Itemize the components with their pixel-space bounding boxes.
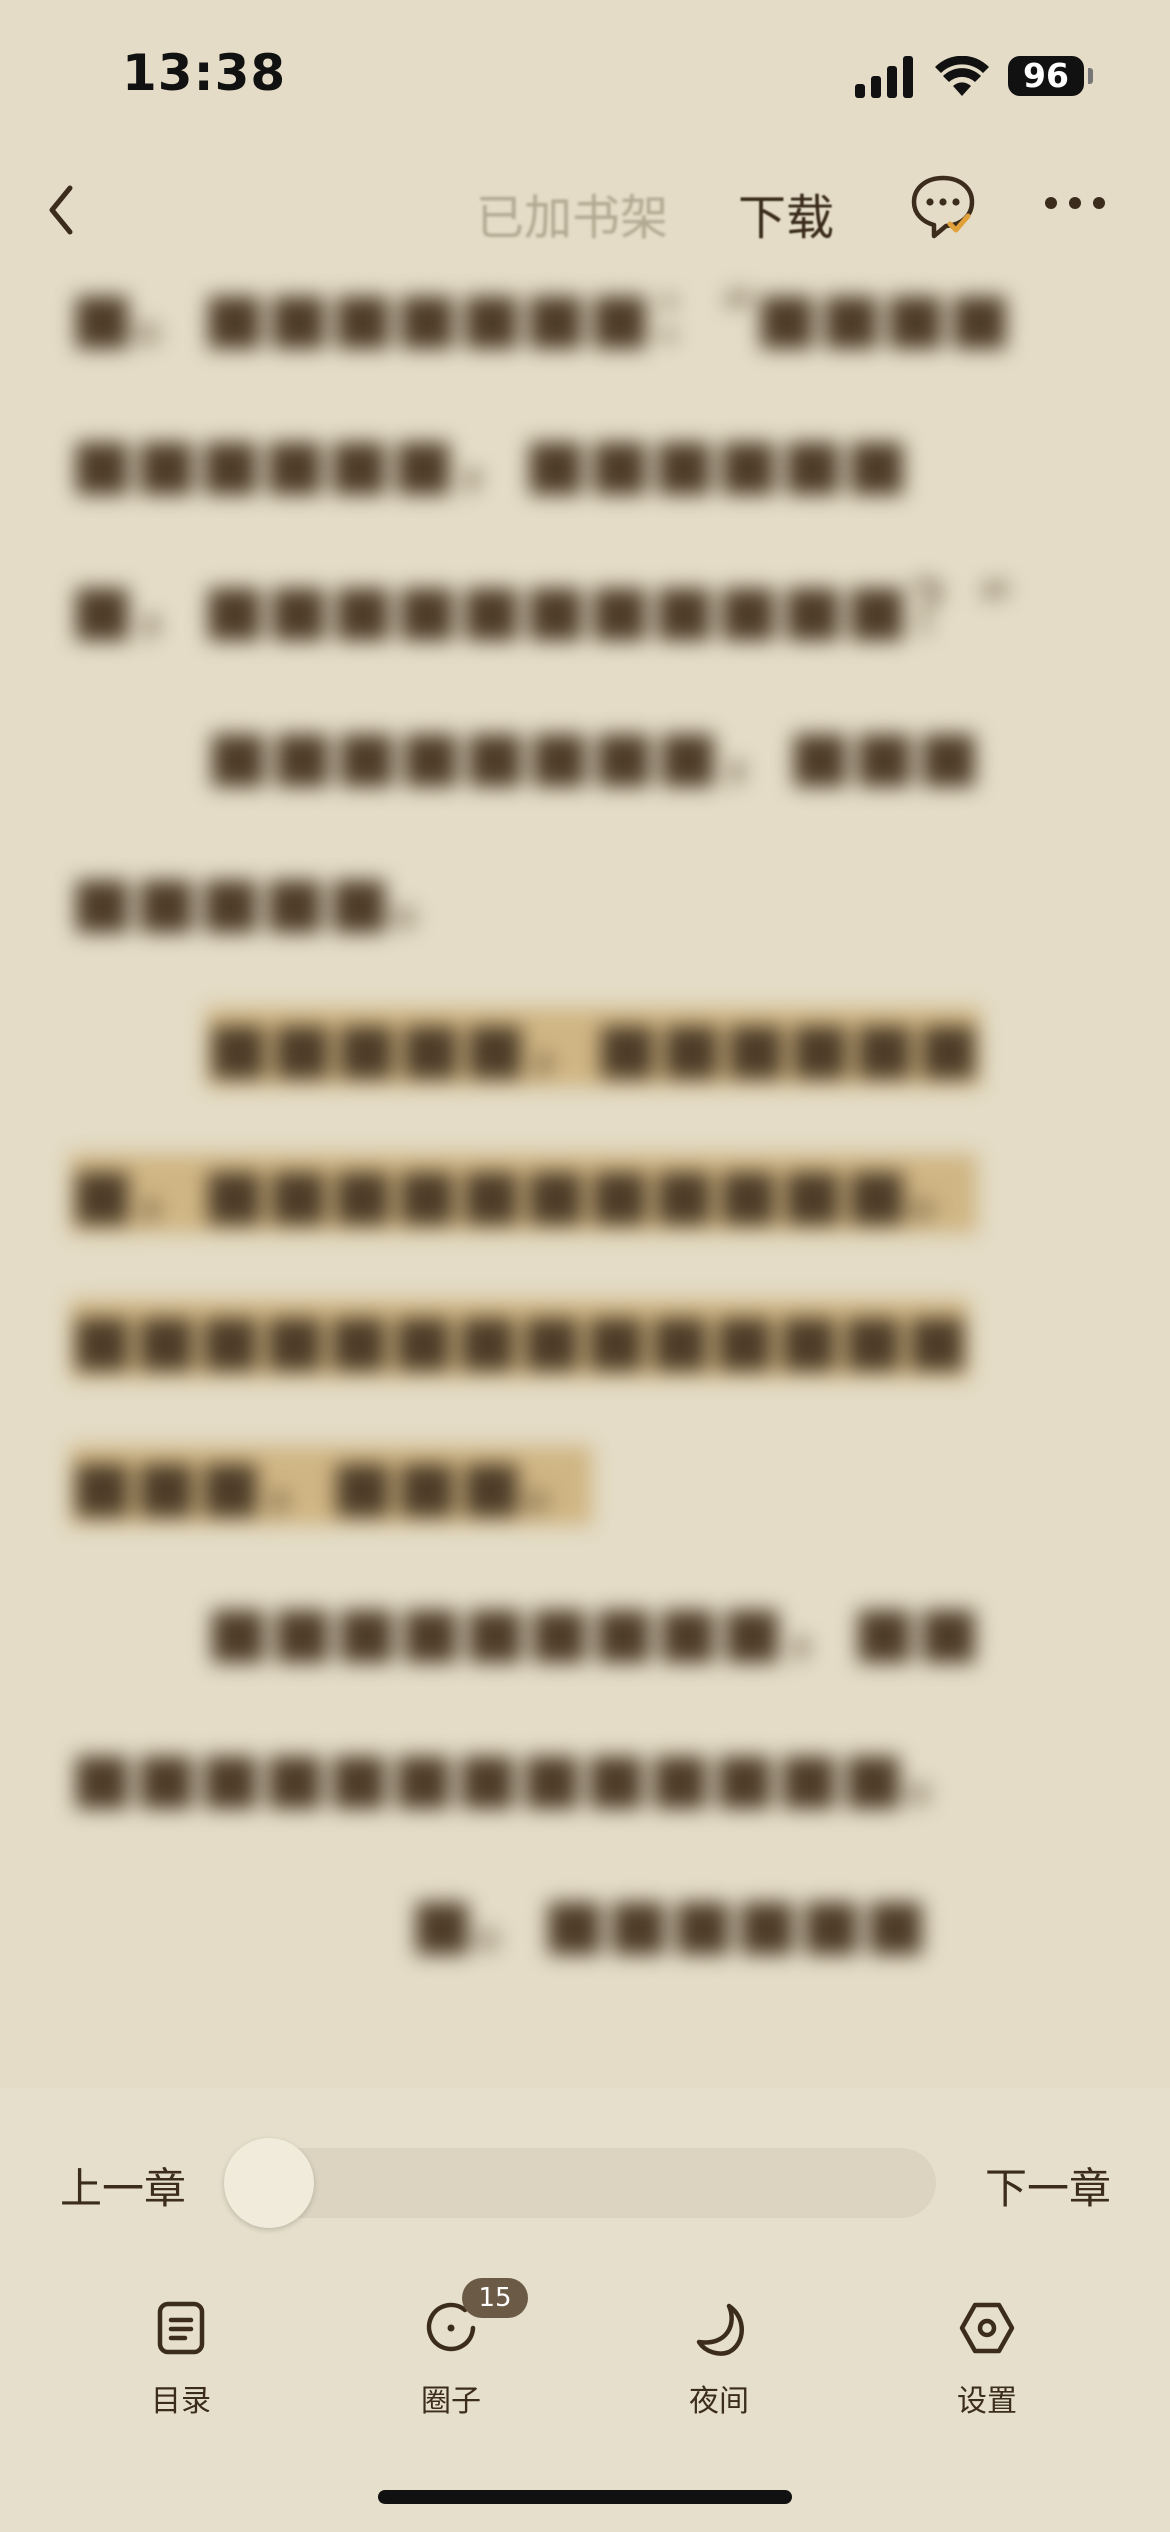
prev-chapter-button[interactable]: 上一章 (60, 2155, 186, 2216)
toc-icon (157, 2301, 205, 2355)
bottom-panel: 上一章 下一章 目录 15 圈子 夜间 设置 (0, 2088, 1170, 2532)
download-button[interactable]: 下载 (738, 178, 834, 248)
chevron-left-icon[interactable] (36, 174, 88, 246)
tab-label: 目录 (151, 2384, 211, 2419)
tab-bar: 目录 15 圈子 夜间 设置 (0, 2278, 1170, 2448)
comment-check-icon[interactable] (908, 172, 978, 242)
settings-hexagon-icon (959, 2302, 1015, 2354)
status-bar: 13:38 96 (0, 0, 1170, 150)
notification-badge: 15 (462, 2278, 528, 2318)
progress-thumb[interactable] (224, 2138, 314, 2228)
tab-settings[interactable]: 设置 (902, 2298, 1072, 2448)
moon-icon (696, 2303, 744, 2356)
battery-cap (1088, 68, 1093, 84)
battery-indicator: 96 (1008, 56, 1084, 96)
tab-night-mode[interactable]: 夜间 (634, 2298, 804, 2448)
chapter-progress-slider[interactable] (224, 2138, 936, 2228)
wifi-icon (935, 56, 989, 96)
home-indicator (378, 2490, 792, 2504)
tab-toc[interactable]: 目录 (96, 2298, 266, 2448)
bookshelf-status: 已加书架 (476, 190, 669, 246)
status-time: 13:38 (122, 44, 287, 102)
tab-label: 设置 (957, 2384, 1017, 2419)
tab-label: 夜间 (689, 2384, 749, 2419)
blurred-text: ■。■■■■■■■：“■■■■ ■■■■■■，■■■■■■ ■，■■■■■■■■… (70, 278, 1012, 1963)
reading-area[interactable]: ■。■■■■■■■：“■■■■ ■■■■■■，■■■■■■ ■，■■■■■■■■… (70, 245, 1100, 2255)
next-chapter-button[interactable]: 下一章 (985, 2155, 1111, 2216)
cellular-signal-icon (855, 56, 913, 98)
tab-circle[interactable]: 15 圈子 (366, 2278, 536, 2448)
more-dots-icon[interactable] (1042, 192, 1108, 214)
tab-label: 圈子 (421, 2384, 481, 2419)
